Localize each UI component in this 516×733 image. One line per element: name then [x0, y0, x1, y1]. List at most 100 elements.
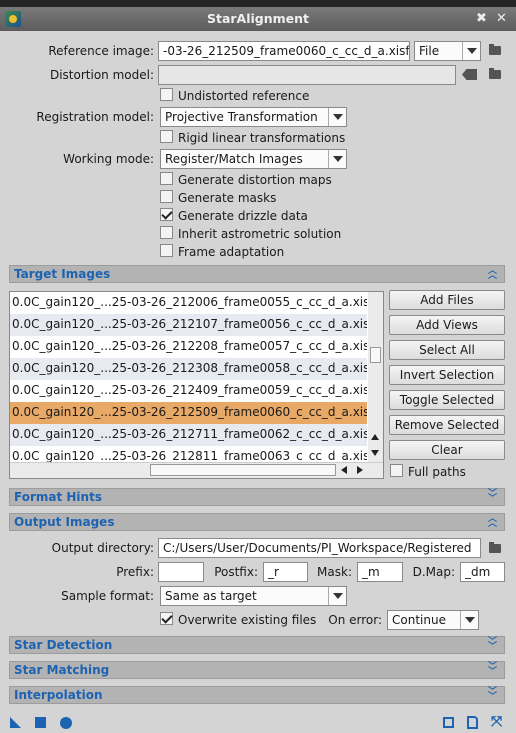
chevron-down-icon [462, 42, 480, 60]
section-title: Format Hints [14, 490, 102, 504]
mask-input[interactable]: _m [357, 562, 403, 582]
reset-icon[interactable]: ⤧ [491, 714, 502, 730]
section-title: Output Images [14, 515, 115, 529]
reference-image-label: Reference image: [48, 44, 154, 58]
scroll-thumb[interactable] [150, 464, 336, 476]
scroll-down-icon[interactable] [371, 450, 379, 456]
list-item[interactable]: 0.0C_gain120_...25-03-26_212308_frame005… [10, 358, 367, 380]
postfix-input[interactable]: _r [263, 562, 308, 582]
undistorted-reference-checkbox[interactable] [160, 88, 173, 101]
rigid-transform-checkbox[interactable] [160, 130, 173, 143]
registration-model-select[interactable]: Projective Transformation [160, 107, 347, 127]
masks-checkbox[interactable] [160, 190, 173, 203]
chevron-down-icon [328, 587, 346, 605]
list-item[interactable]: 0.0C_gain120_...25-03-26_212107_frame005… [10, 314, 367, 336]
preferences-icon[interactable] [443, 717, 454, 728]
dmap-label: D.Map: [412, 565, 455, 579]
folder-icon[interactable] [489, 68, 501, 79]
drizzle-data-checkbox[interactable] [160, 208, 173, 221]
chevron-up-icon: ︿ ︿ [487, 266, 497, 281]
on-error-select[interactable]: Continue [387, 610, 479, 630]
drizzle-data-label: Generate drizzle data [178, 209, 308, 223]
chevron-down-icon: ﹀ ﹀ [487, 662, 497, 677]
overwrite-label: Overwrite existing files [178, 613, 317, 627]
interpolation-section-header[interactable]: Interpolation ﹀ ﹀ [9, 686, 505, 704]
apply-global-icon[interactable] [35, 717, 46, 728]
chevron-down-icon: ﹀ ﹀ [487, 687, 497, 702]
vertical-scrollbar[interactable] [368, 292, 383, 462]
frame-adaptation-label: Frame adaptation [178, 245, 285, 259]
scroll-thumb[interactable] [370, 347, 381, 363]
close-icon[interactable]: ✕ [496, 12, 507, 26]
reference-source-select[interactable]: File [414, 41, 481, 61]
on-error-value: Continue [392, 613, 446, 627]
section-title: Star Matching [14, 663, 110, 677]
undistorted-reference-label: Undistorted reference [178, 89, 310, 103]
list-item-selected[interactable]: 0.0C_gain120_...25-03-26_212509_frame006… [10, 402, 367, 424]
scroll-left-icon[interactable] [341, 466, 347, 474]
rigid-transform-label: Rigid linear transformations [178, 131, 346, 145]
on-error-label: On error: [328, 613, 382, 627]
scroll-right-icon[interactable] [357, 466, 363, 474]
window-title: StarAlignment [206, 11, 310, 26]
select-all-button[interactable]: Select All [389, 340, 505, 360]
prefix-label: Prefix: [116, 565, 154, 579]
chevron-down-icon [328, 150, 346, 168]
section-title: Star Detection [14, 638, 113, 652]
star-detection-section-header[interactable]: Star Detection ﹀ ﹀ [9, 636, 505, 654]
remove-selected-button[interactable]: Remove Selected [389, 415, 505, 435]
dmap-input[interactable]: _dm [460, 562, 505, 582]
execute-icon[interactable] [60, 717, 72, 729]
toggle-selected-button[interactable]: Toggle Selected [389, 390, 505, 410]
list-item[interactable]: 0.0C_gain120_...25-03-26_212208_frame005… [10, 336, 367, 358]
list-item[interactable]: 0.0C_gain120_...25-03-26_212711_frame006… [10, 424, 367, 446]
target-images-section-header[interactable]: Target Images ︿ ︿ [9, 265, 505, 283]
clear-button[interactable]: Clear [389, 440, 505, 460]
distortion-model-input[interactable] [158, 65, 456, 85]
mask-label: Mask: [317, 565, 352, 579]
star-matching-section-header[interactable]: Star Matching ﹀ ﹀ [9, 661, 505, 679]
folder-icon[interactable] [489, 44, 501, 55]
title-bar[interactable]: StarAlignment ✖ ✕ [0, 7, 516, 31]
add-views-button[interactable]: Add Views [389, 315, 505, 335]
sample-format-label: Sample format: [61, 589, 154, 603]
output-images-section-header[interactable]: Output Images ︿ ︿ [9, 513, 505, 531]
chevron-down-icon [328, 108, 346, 126]
folder-icon[interactable] [489, 542, 501, 553]
list-item[interactable]: 0.0C_gain120_...25-03-26_212409_frame005… [10, 380, 367, 402]
invert-selection-button[interactable]: Invert Selection [389, 365, 505, 385]
working-mode-value: Register/Match Images [165, 152, 303, 166]
documentation-icon[interactable] [467, 716, 478, 729]
chevron-down-icon [460, 611, 478, 629]
registration-model-label: Registration model: [36, 110, 154, 124]
registration-model-value: Projective Transformation [165, 110, 318, 124]
reference-source-value: File [419, 44, 440, 58]
astrometric-solution-checkbox[interactable] [160, 226, 173, 239]
section-title: Interpolation [14, 688, 103, 702]
target-images-list[interactable]: 0.0C_gain120_...25-03-26_212006_frame005… [9, 291, 384, 479]
list-item[interactable]: 0.0C_gain120_...25-03-26_212006_frame005… [10, 292, 367, 314]
full-paths-label: Full paths [408, 465, 466, 479]
distortion-maps-label: Generate distortion maps [178, 173, 332, 187]
sample-format-select[interactable]: Same as target [160, 586, 347, 606]
collapse-icon[interactable]: ✖ [476, 12, 487, 26]
frame-adaptation-checkbox[interactable] [160, 244, 173, 257]
full-paths-checkbox[interactable] [390, 464, 403, 477]
new-instance-icon[interactable] [10, 717, 21, 728]
horizontal-scrollbar[interactable] [10, 462, 383, 478]
distortion-model-label: Distortion model: [49, 68, 154, 82]
list-item[interactable]: 0.0C_gain120_...25-03-26_212811_frame006… [10, 446, 367, 462]
chevron-up-icon: ︿ ︿ [487, 514, 497, 529]
prefix-input[interactable] [158, 562, 204, 582]
add-files-button[interactable]: Add Files [389, 290, 505, 310]
distortion-maps-checkbox[interactable] [160, 172, 173, 185]
format-hints-section-header[interactable]: Format Hints ﹀ ﹀ [9, 488, 505, 506]
output-directory-input[interactable]: C:/Users/User/Documents/PI_Workspace/Reg… [158, 538, 481, 558]
reference-image-input[interactable]: -03-26_212509_frame0060_c_cc_d_a.xisf [158, 41, 410, 61]
scroll-up-icon[interactable] [371, 434, 379, 440]
astrometric-solution-label: Inherit astrometric solution [178, 227, 342, 241]
overwrite-checkbox[interactable] [160, 612, 173, 625]
postfix-label: Postfix: [214, 565, 258, 579]
sample-format-value: Same as target [165, 589, 257, 603]
working-mode-select[interactable]: Register/Match Images [160, 149, 347, 169]
